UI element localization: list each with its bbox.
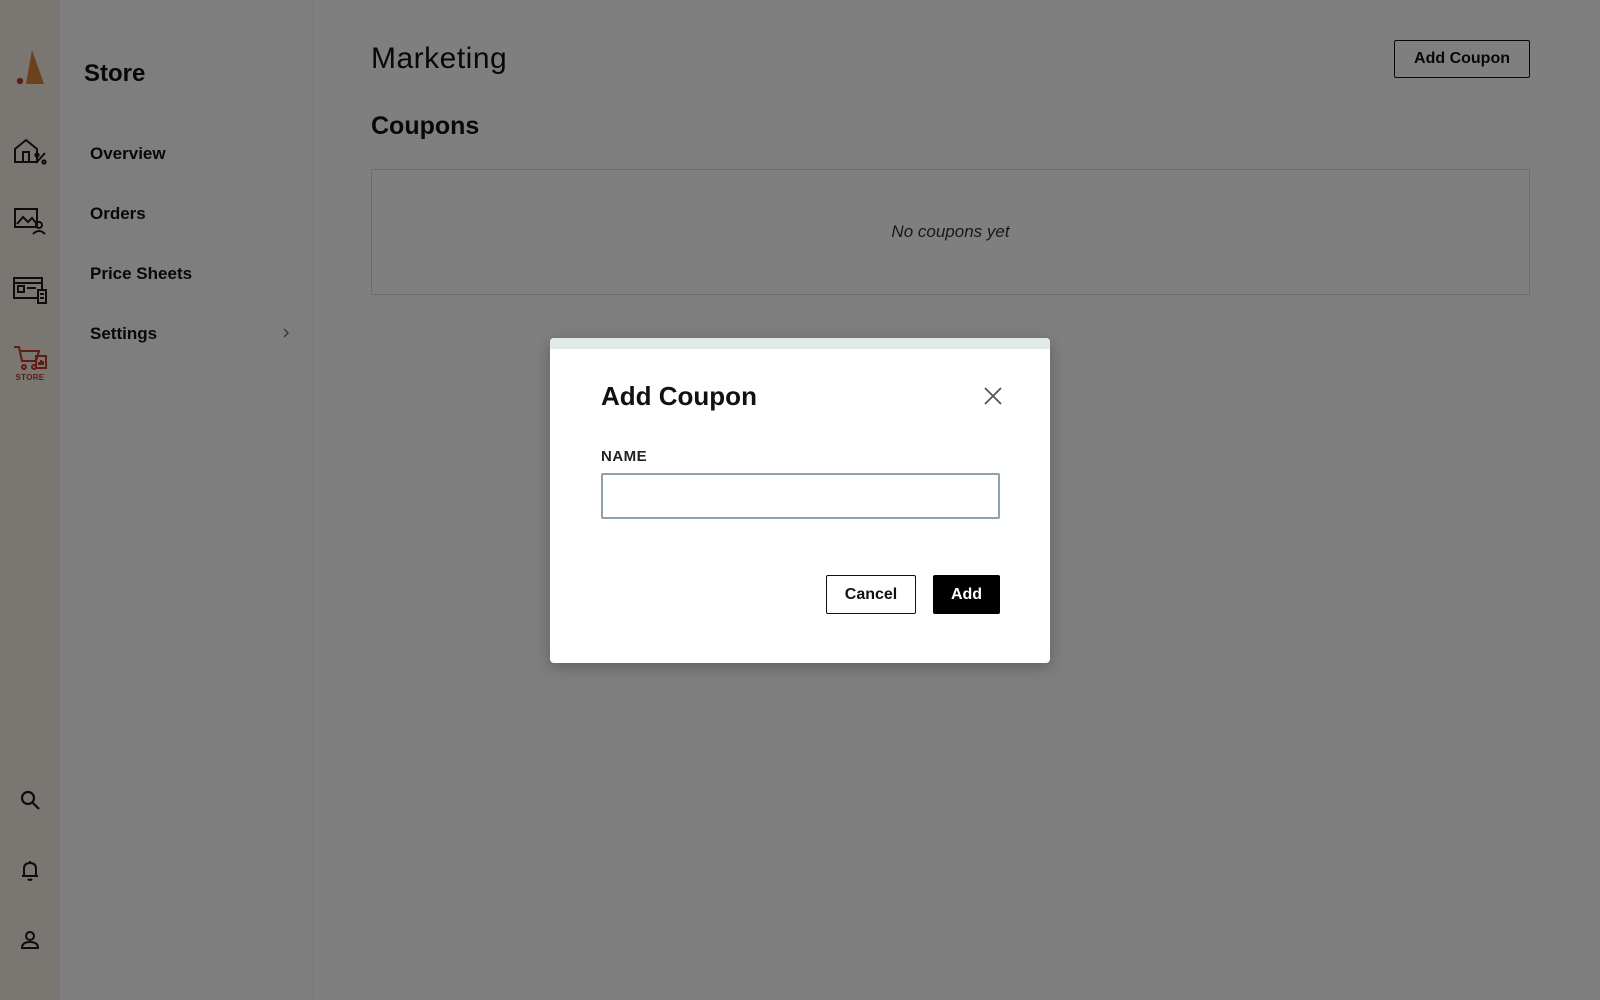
close-icon[interactable] [980, 384, 1006, 410]
cancel-button[interactable]: Cancel [826, 575, 916, 614]
add-button[interactable]: Add [933, 575, 1000, 614]
name-field-label: NAME [601, 448, 648, 465]
coupon-name-input[interactable] [601, 473, 1000, 519]
add-coupon-modal: Add Coupon NAME Cancel Add [550, 338, 1050, 663]
modal-title: Add Coupon [601, 381, 757, 411]
modal-topbar [550, 338, 1050, 349]
